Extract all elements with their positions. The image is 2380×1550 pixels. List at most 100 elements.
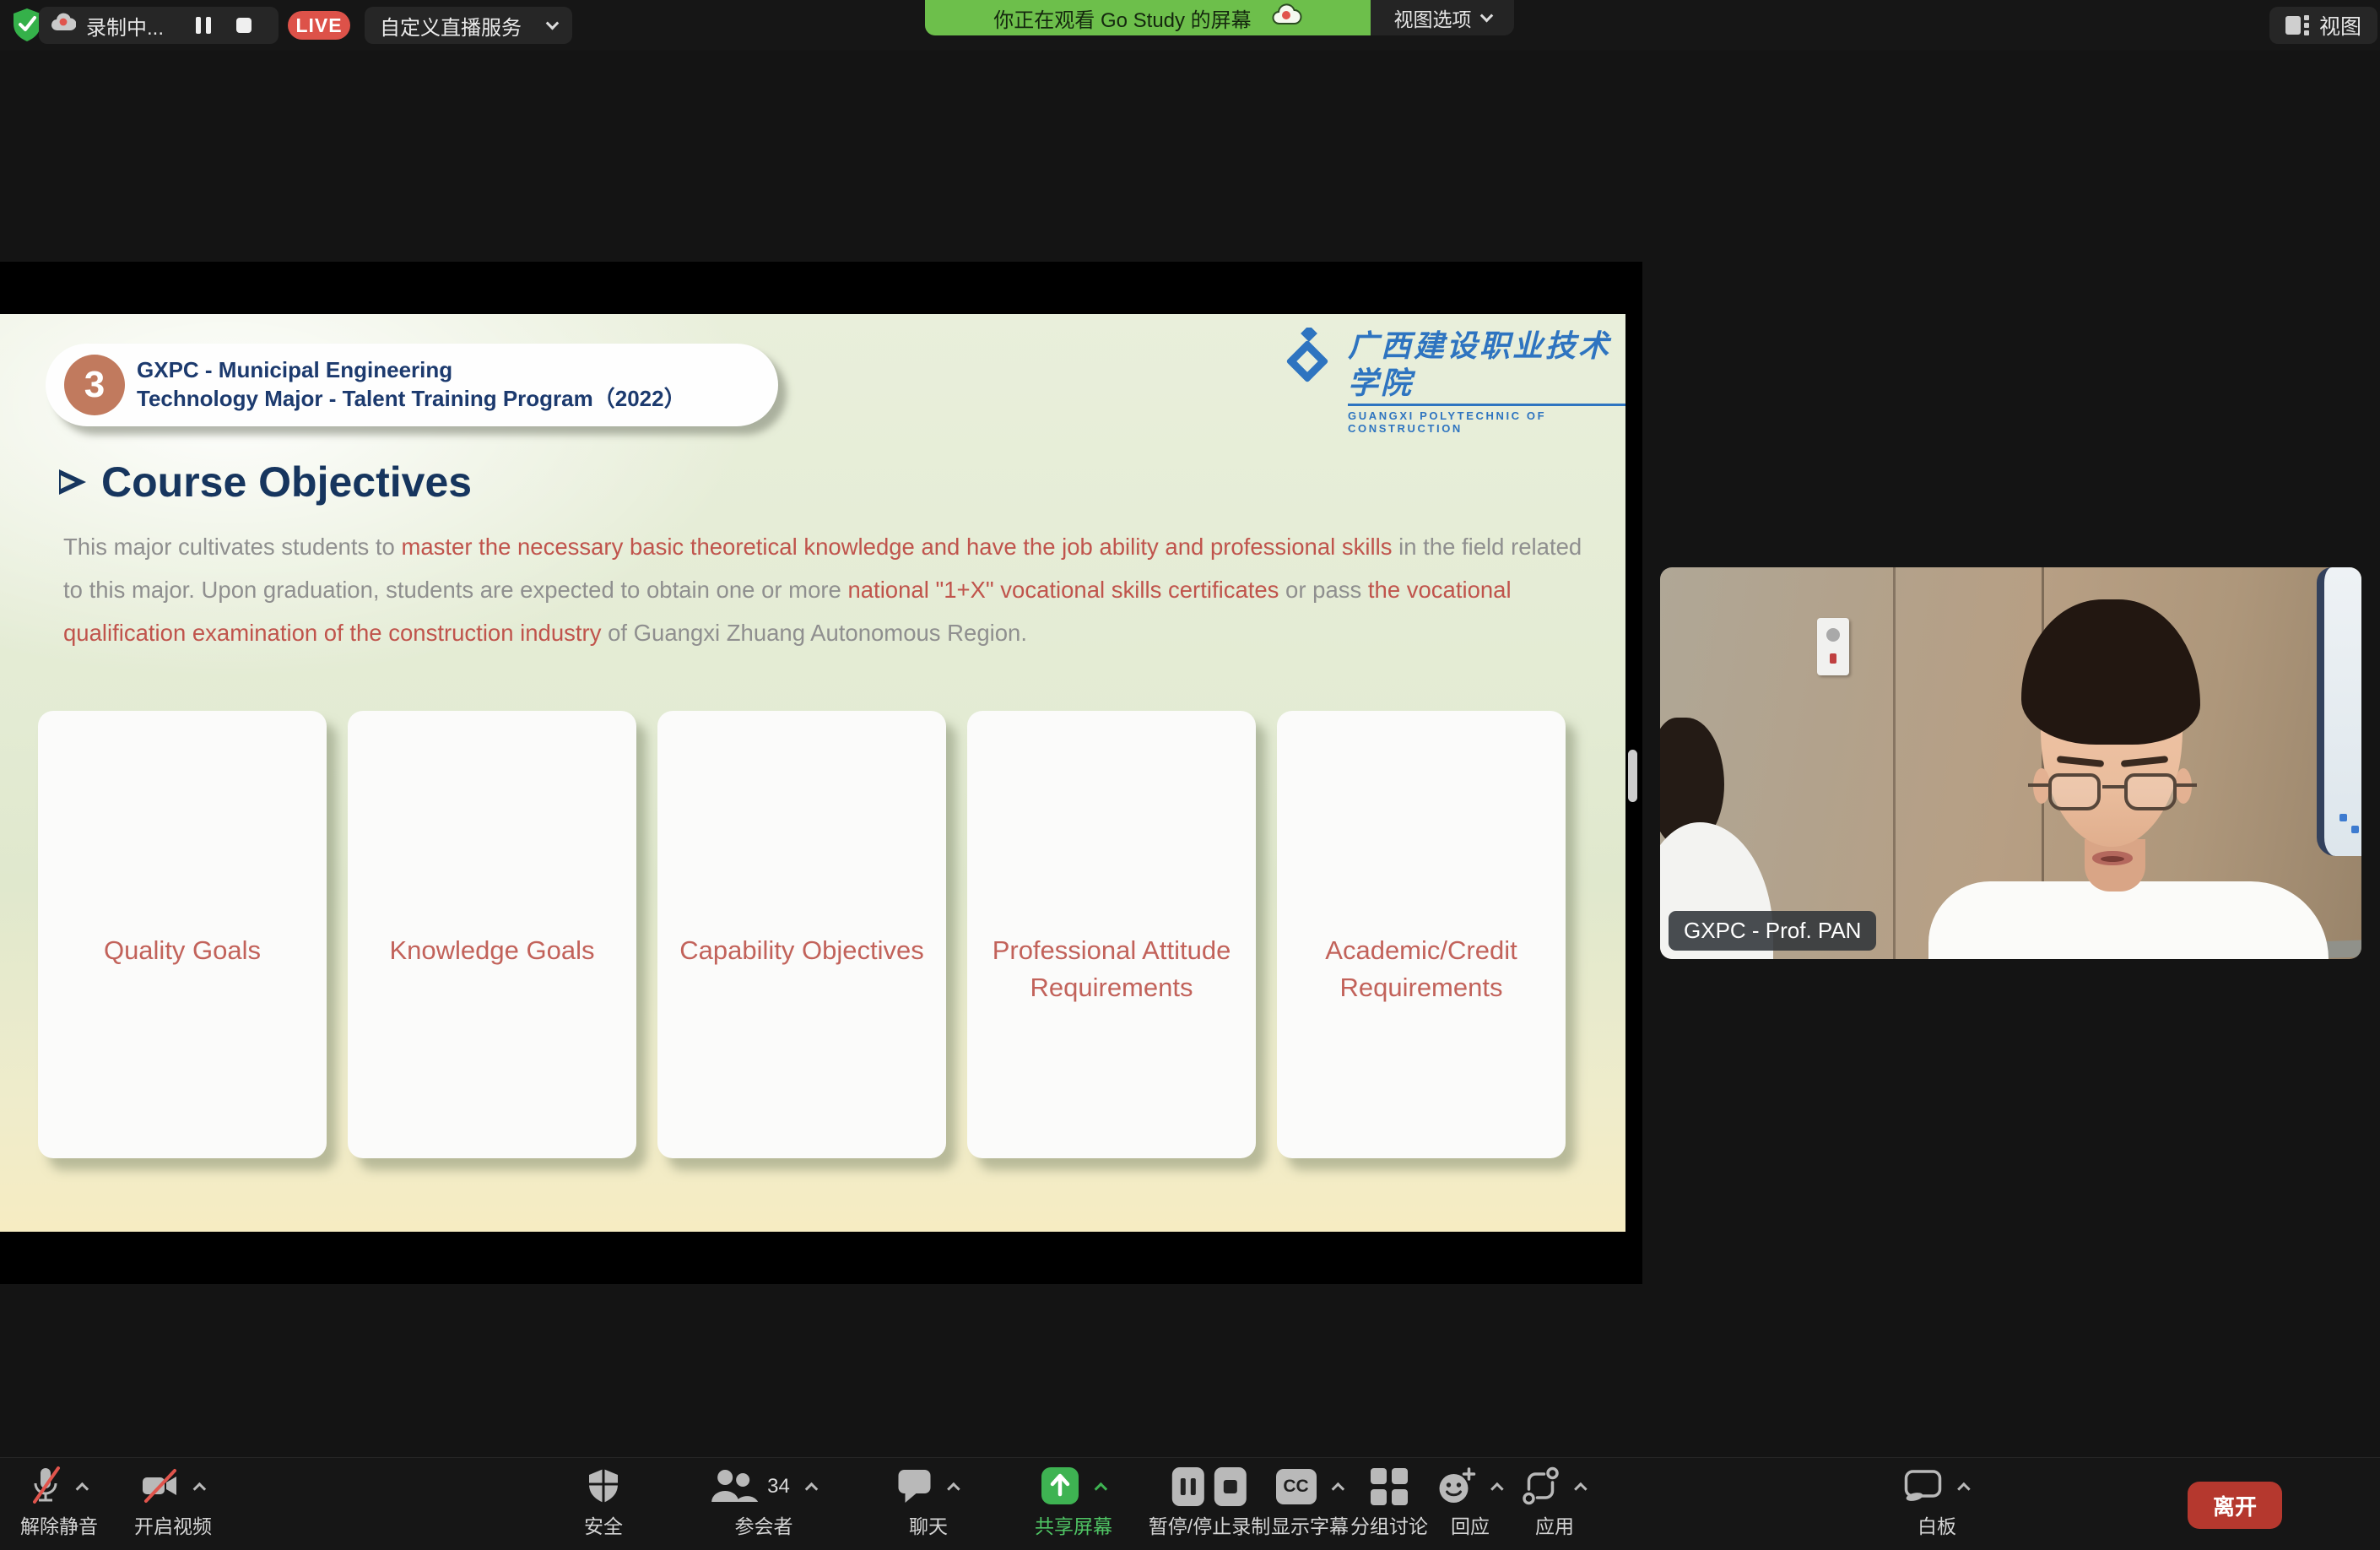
panel-resize-handle[interactable] <box>1628 750 1637 802</box>
presenter-hair <box>2021 599 2200 745</box>
live-stream-service-label: 自定义直播服务 <box>380 11 522 41</box>
watching-screen-text: 你正在观看 Go Study 的屏幕 <box>993 3 1251 33</box>
participants-icon <box>710 1468 759 1506</box>
chat-label: 聊天 <box>909 1510 948 1539</box>
objective-card-label: Professional Attitude Requirements <box>993 935 1231 1002</box>
objective-card-label: Quality Goals <box>104 935 261 965</box>
objective-cards-row: Quality Goals Knowledge Goals Capability… <box>38 711 1566 1158</box>
live-stream-service-dropdown[interactable]: 自定义直播服务 <box>365 7 572 44</box>
view-options-dropdown[interactable]: 视图选项 <box>1371 0 1514 35</box>
security-label: 安全 <box>584 1510 623 1539</box>
chevron-up-icon[interactable] <box>947 1482 960 1495</box>
view-options-label: 视图选项 <box>1394 3 1472 32</box>
reactions-smiley-icon <box>1437 1466 1476 1508</box>
microphone-muted-icon <box>30 1466 61 1508</box>
start-video-label: 开启视频 <box>134 1510 212 1539</box>
zoom-meeting-window: 录制中... LIVE 自定义直播服务 你正在观看 Go Study 的屏幕 <box>0 0 2380 1550</box>
participants-count: 34 <box>767 1475 790 1499</box>
chevron-down-icon <box>1479 8 1493 22</box>
share-screen-button[interactable]: 共享屏幕 <box>1035 1466 1112 1539</box>
glasses-temple <box>2028 783 2050 787</box>
whiteboard-label: 白板 <box>1918 1510 1956 1539</box>
chevron-up-icon[interactable] <box>1331 1482 1344 1495</box>
chat-bubble-icon <box>897 1468 933 1506</box>
recording-status-pill: 录制中... <box>39 7 279 44</box>
participants-button[interactable]: 34 参会者 <box>710 1466 818 1539</box>
meeting-security-shield-icon <box>12 8 42 47</box>
wall-panel <box>1817 618 1849 675</box>
whiteboard-icon <box>1904 1467 1943 1507</box>
presenter-shirt <box>1928 881 2329 959</box>
presenter-neck <box>2085 839 2145 892</box>
view-button[interactable]: 视图 <box>2269 7 2377 44</box>
reactions-button[interactable]: 回应 <box>1437 1466 1504 1539</box>
view-button-label: 视图 <box>2319 10 2361 41</box>
chevron-up-icon[interactable] <box>1490 1482 1504 1495</box>
presenter-mouth <box>2092 851 2133 865</box>
stop-recording-icon[interactable] <box>1214 1467 1247 1506</box>
paragraph-segment: or pass <box>1279 577 1367 603</box>
security-shield-icon <box>587 1467 620 1507</box>
presentation-slide: 3 GXPC - Municipal Engineering Technolog… <box>0 314 1625 1232</box>
slide-title-banner: 3 GXPC - Municipal Engineering Technolog… <box>46 344 778 426</box>
breakout-rooms-button[interactable]: 分组讨论 <box>1350 1466 1428 1539</box>
slide-title-line2: Technology Major - Talent Training Progr… <box>137 384 686 413</box>
objective-card: Capability Objectives <box>657 711 946 1158</box>
share-screen-icon <box>1041 1466 1079 1508</box>
objective-card: Professional Attitude Requirements <box>967 711 1256 1158</box>
school-logo-diamond-icon <box>1282 328 1334 391</box>
participant-video-tile[interactable]: GXPC - Prof. PAN <box>1660 567 2361 959</box>
school-logo: 广西建设职业技术学院 GUANGXI POLYTECHNIC OF CONSTR… <box>1282 328 1625 435</box>
meeting-toolbar: 解除静音 开启视频 <box>0 1457 2380 1550</box>
banner-cloud-recording-icon <box>1272 3 1302 33</box>
apps-icon <box>1523 1466 1560 1508</box>
slide-title-line1: GXPC - Municipal Engineering <box>137 355 686 384</box>
show-captions-button[interactable]: CC 显示字幕 <box>1271 1466 1349 1539</box>
whiteboard-button[interactable]: 白板 <box>1904 1466 1971 1539</box>
chevron-up-icon[interactable] <box>804 1482 818 1495</box>
participants-label: 参会者 <box>734 1510 792 1539</box>
apps-button[interactable]: 应用 <box>1523 1466 1588 1539</box>
breakout-label: 分组讨论 <box>1350 1510 1428 1539</box>
reactions-label: 回应 <box>1451 1510 1490 1539</box>
school-name-en: GUANGXI POLYTECHNIC OF CONSTRUCTION <box>1348 409 1625 435</box>
chevron-up-icon[interactable] <box>1094 1482 1107 1495</box>
chevron-up-icon[interactable] <box>192 1482 206 1495</box>
chevron-up-icon[interactable] <box>1957 1482 1971 1495</box>
pause-recording-button[interactable] <box>174 17 211 34</box>
objective-card: Knowledge Goals <box>348 711 636 1158</box>
captions-label: 显示字幕 <box>1271 1510 1349 1539</box>
chat-button[interactable]: 聊天 <box>897 1466 960 1539</box>
display-screen-edge <box>2317 567 2361 856</box>
glasses-lens <box>2124 773 2177 810</box>
participant-name-label: GXPC - Prof. PAN <box>1669 911 1876 951</box>
objective-card: Academic/Credit Requirements <box>1277 711 1566 1158</box>
chevron-up-icon[interactable] <box>75 1482 89 1495</box>
stop-icon <box>236 18 252 33</box>
camera-off-icon <box>141 1468 178 1506</box>
logo-divider <box>1348 404 1625 406</box>
section-heading: Course Objectives <box>59 458 472 507</box>
chevron-up-icon[interactable] <box>1574 1482 1588 1495</box>
top-bar: 录制中... LIVE 自定义直播服务 你正在观看 Go Study 的屏幕 <box>0 0 2380 51</box>
section-heading-text: Course Objectives <box>101 458 472 507</box>
wall-seam <box>1893 567 1896 959</box>
pause-icon <box>196 17 211 34</box>
objective-card: Quality Goals <box>38 711 327 1158</box>
record-control-label: 暂停/停止录制 <box>1149 1510 1270 1539</box>
recording-status-text: 录制中... <box>86 11 164 41</box>
slide-number-badge: 3 <box>64 355 125 415</box>
security-button[interactable]: 安全 <box>584 1466 623 1539</box>
apps-label: 应用 <box>1535 1510 1574 1539</box>
start-video-button[interactable]: 开启视频 <box>134 1466 212 1539</box>
cloud-recording-icon <box>51 13 76 39</box>
paragraph-segment-emphasis: master the necessary basic theoretical k… <box>401 534 1392 560</box>
breakout-rooms-icon <box>1371 1468 1408 1505</box>
stop-recording-button[interactable] <box>221 18 252 33</box>
pause-recording-icon[interactable] <box>1172 1467 1204 1506</box>
pause-stop-recording-button[interactable]: 暂停/停止录制 <box>1149 1466 1270 1539</box>
leave-button[interactable]: 离开 <box>2188 1482 2282 1529</box>
objective-card-label: Academic/Credit Requirements <box>1325 935 1517 1002</box>
unmute-button[interactable]: 解除静音 <box>20 1466 98 1539</box>
objective-card-label: Capability Objectives <box>679 935 923 965</box>
